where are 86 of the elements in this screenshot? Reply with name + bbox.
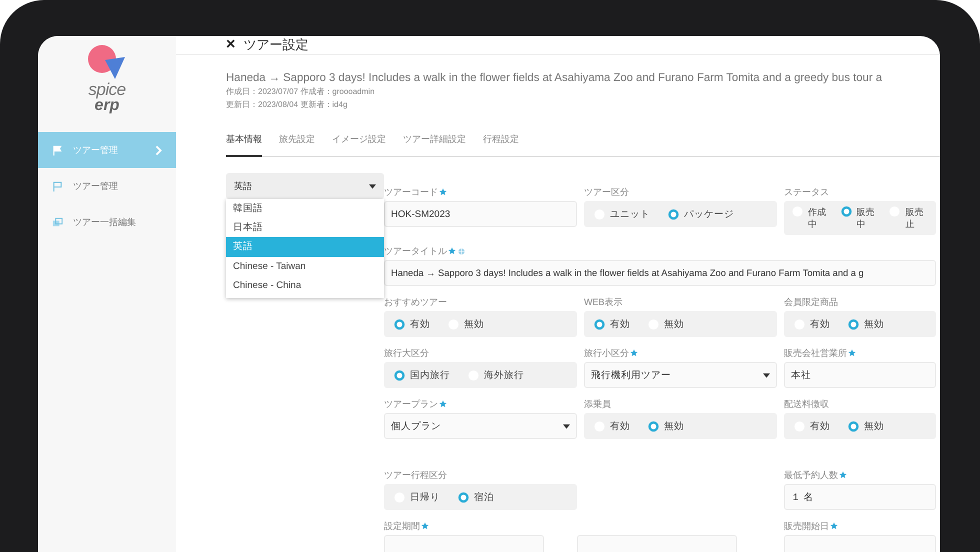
- flag-icon: [52, 180, 63, 192]
- field-label: 設定期間: [384, 520, 420, 532]
- sidebar-item[interactable]: ツアー管理: [38, 168, 176, 204]
- field-label: おすすめツアー: [384, 296, 447, 308]
- text-field[interactable]: １ 名: [784, 484, 936, 510]
- radio-button[interactable]: [840, 206, 852, 217]
- dropdown-option[interactable]: 韓国語: [226, 199, 384, 218]
- radio-button[interactable]: [594, 318, 605, 330]
- radio-button[interactable]: [668, 208, 679, 220]
- radio-label: 無効: [864, 420, 884, 432]
- field-label: ツアータイトル: [384, 244, 447, 258]
- field-label: 添乗員: [584, 398, 611, 410]
- dropdown-caret-icon: [763, 372, 770, 378]
- dropdown-option[interactable]: Chinese - Taiwan: [226, 256, 384, 276]
- windows-icon: [52, 216, 63, 228]
- tab[interactable]: 行程設定: [483, 129, 519, 157]
- text-field[interactable]: Haneda → Sapporo 3 days! Includes a walk in the flower fields at Asahiyama Zoo and Furano Farm Tomita and a g: [384, 260, 936, 286]
- meta-text: 作成日：2023/07/07 作成者：groooadmin: [226, 86, 376, 98]
- radio-button[interactable]: [458, 492, 469, 502]
- radio-button[interactable]: [848, 420, 859, 432]
- radio-label: 無効: [864, 318, 884, 330]
- tab[interactable]: 旅先設定: [279, 129, 315, 157]
- radio-label: 無効: [464, 318, 484, 330]
- logo-text: erp: [94, 98, 120, 114]
- radio-label: 有効: [810, 318, 830, 330]
- globe-icon: [458, 248, 465, 254]
- required-star-icon: [448, 247, 456, 255]
- select-field[interactable]: 飛行機利用ツアー: [584, 362, 777, 388]
- tour-title: Haneda → Sapporo 3 days! Includes a walk in the flower fields at Asahiyama Zoo and Furano Farm Tomita and a greedy bus tour a: [226, 71, 884, 85]
- page-title: ツアー設定: [243, 36, 308, 54]
- field-label: 配送料徴収: [784, 398, 829, 410]
- meta-text: 更新日：2023/08/04 更新者：id4g: [226, 99, 348, 111]
- dropdown-caret-icon: [563, 424, 570, 428]
- radio-label: 有効: [810, 420, 830, 432]
- field-label: 会員限定商品: [784, 296, 838, 308]
- required-star-icon: [439, 188, 447, 196]
- required-star-icon: [830, 522, 838, 530]
- sidebar-item[interactable]: ツアー一括編集: [38, 204, 176, 240]
- chevron-right-icon: [153, 144, 164, 156]
- radio-label: 有効: [610, 420, 630, 432]
- tab[interactable]: ツアー詳細設定: [403, 129, 466, 157]
- radio-label: 有効: [410, 318, 430, 330]
- field-label: ツアー区分: [584, 186, 629, 198]
- text-field[interactable]: HOK-SM2023: [384, 201, 577, 227]
- required-star-icon: [421, 522, 429, 530]
- dropdown-option[interactable]: Chinese - China: [226, 276, 384, 295]
- radio-label: パッケージ: [684, 208, 734, 220]
- field-label: 旅行大区分: [384, 346, 429, 360]
- language-select[interactable]: 英語: [226, 173, 384, 199]
- radio-label: ユニット: [610, 208, 650, 220]
- logo-text: spice: [88, 82, 126, 98]
- field-label: 最低予約人数: [784, 468, 838, 482]
- radio-label: 宿泊: [474, 490, 494, 504]
- radio-label: 作成中: [808, 206, 827, 230]
- field-label: ツアー行程区分: [384, 468, 447, 482]
- radio-label: 無効: [664, 318, 684, 330]
- radio-label: 無効: [664, 420, 684, 432]
- radio-button[interactable]: [394, 370, 405, 380]
- radio-label: 海外旅行: [484, 368, 524, 382]
- dropdown-option[interactable]: 日本語: [226, 218, 384, 238]
- field-label: 販売会社営業所: [784, 346, 847, 360]
- radio-label: 有効: [610, 318, 630, 330]
- flag-icon: [52, 144, 63, 156]
- radio-label: 販売止: [905, 206, 924, 230]
- radio-button[interactable]: [848, 318, 859, 330]
- radio-label: 国内旅行: [410, 368, 450, 382]
- field-label: ツアーコード: [384, 186, 438, 198]
- radio-button[interactable]: [394, 318, 405, 330]
- field-label: 旅行小区分: [584, 346, 629, 360]
- required-star-icon: [630, 349, 638, 357]
- radio-label: 日帰り: [410, 490, 440, 504]
- required-star-icon: [848, 349, 856, 357]
- radio-button[interactable]: [648, 420, 659, 432]
- dropdown-caret-icon: [369, 184, 376, 188]
- tab[interactable]: イメージ設定: [332, 129, 386, 157]
- close-button[interactable]: ×: [226, 37, 236, 53]
- text-field[interactable]: 本社: [784, 362, 936, 388]
- required-star-icon: [839, 471, 847, 479]
- field-label: WEB表示: [584, 296, 623, 308]
- radio-label: 販売中: [856, 206, 876, 230]
- tab[interactable]: 基本情報: [226, 129, 262, 157]
- field-label: ステータス: [784, 186, 829, 198]
- required-star-icon: [439, 400, 447, 408]
- select-field[interactable]: 個人プラン: [384, 413, 577, 439]
- field-label: 販売開始日: [784, 520, 829, 532]
- field-label: ツアープラン: [384, 398, 438, 410]
